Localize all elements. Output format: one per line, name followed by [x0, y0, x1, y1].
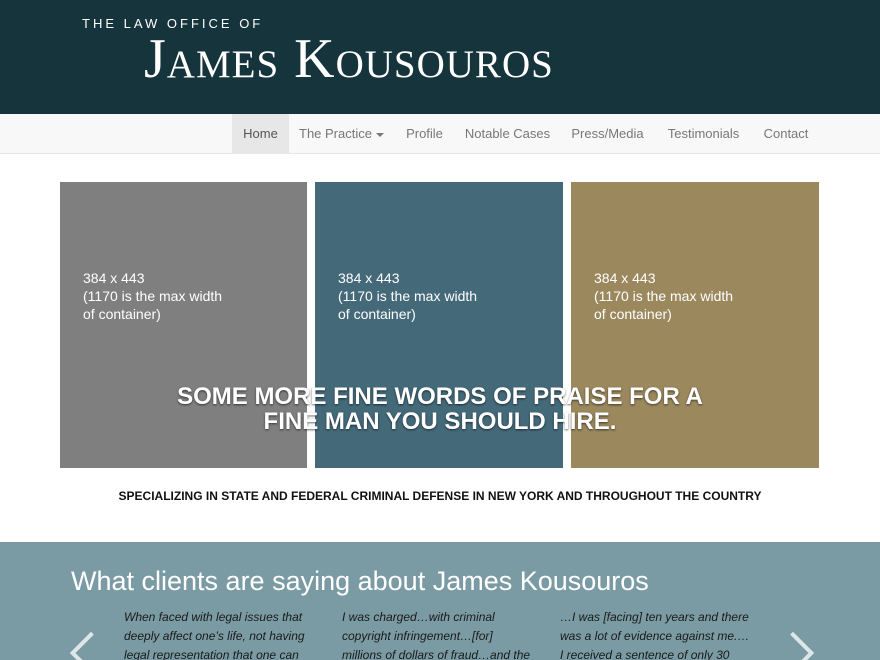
nav-item-label: The Practice — [299, 126, 372, 141]
panel-line: 384 x 443 — [338, 270, 400, 286]
quote-line: …I was [facing] ten years and there — [560, 610, 749, 624]
testimonials-heading: What clients are saying about James Kous… — [71, 566, 649, 596]
nav-item-label: Notable Cases — [464, 126, 551, 141]
panel-line: (1170 is the max width — [338, 288, 478, 304]
nav-item-label: Press/Media — [571, 126, 644, 141]
nav-item-label: Testimonials — [667, 126, 740, 141]
panel-placeholder-text: 384 x 443 (1170 is the max width of cont… — [594, 269, 794, 323]
quote-line: was a lot of evidence against me.… — [560, 629, 750, 643]
panel-line: (1170 is the max width — [594, 288, 734, 304]
carousel-next-arrow-icon[interactable] — [771, 631, 815, 660]
quote-line: I received a sentence of only 30 — [560, 648, 730, 660]
practice-tagline: SPECIALIZING IN STATE AND FEDERAL CRIMIN… — [118, 489, 762, 503]
logo-name[interactable]: James Kousouros — [144, 28, 554, 91]
nav-item-home[interactable]: Home — [232, 114, 289, 153]
carousel-prev-arrow-icon[interactable] — [69, 631, 113, 660]
panel-line: 384 x 443 — [83, 270, 145, 286]
testimonial-quote-1: When faced with legal issues that deeply… — [124, 608, 324, 660]
carousel-caption: SOME MORE FINE WORDS OF PRAISE FOR A FIN… — [0, 384, 880, 434]
testimonial-quote-2: I was charged…with criminal copyright in… — [342, 608, 542, 660]
quote-line: deeply affect one’s life, not having — [124, 629, 305, 643]
nav-item-notable-cases[interactable]: Notable Cases — [455, 114, 560, 153]
panel-line: 384 x 443 — [594, 270, 656, 286]
quote-line: millions of dollars of fraud…and the — [342, 648, 531, 660]
main-nav: Home The Practice Profile Notable Cases … — [0, 114, 880, 154]
panel-line: (1170 is the max width — [83, 288, 223, 304]
site-header: THE LAW OFFICE OF James Kousouros — [0, 0, 880, 114]
panel-line: of container) — [594, 306, 672, 322]
nav-item-label: Contact — [763, 126, 809, 141]
nav-item-profile[interactable]: Profile — [394, 114, 455, 153]
quote-line: When faced with legal issues that — [124, 610, 303, 624]
quote-line: copyright infringement…[for] — [342, 629, 493, 643]
nav-item-the-practice[interactable]: The Practice — [289, 114, 394, 153]
panel-placeholder-text: 384 x 443 (1170 is the max width of cont… — [338, 269, 538, 323]
nav-item-press-media[interactable]: Press/Media — [560, 114, 655, 153]
testimonials-section: What clients are saying about James Kous… — [0, 542, 880, 660]
panel-line: of container) — [338, 306, 416, 322]
nav-item-label: Home — [243, 126, 278, 141]
nav-item-contact[interactable]: Contact — [752, 114, 820, 153]
testimonial-quote-3: …I was [facing] ten years and there was … — [560, 608, 760, 660]
caption-line: FINE MAN YOU SHOULD HIRE. — [263, 408, 617, 435]
caption-line: SOME MORE FINE WORDS OF PRAISE FOR A — [177, 383, 703, 410]
caret-down-icon — [375, 132, 384, 137]
panel-placeholder-text: 384 x 443 (1170 is the max width of cont… — [83, 269, 283, 323]
quote-line: legal representation that one can — [124, 648, 299, 660]
nav-item-label: Profile — [406, 126, 443, 141]
panel-line: of container) — [83, 306, 161, 322]
nav-item-testimonials[interactable]: Testimonials — [655, 114, 752, 153]
quote-line: I was charged…with criminal — [342, 610, 495, 624]
